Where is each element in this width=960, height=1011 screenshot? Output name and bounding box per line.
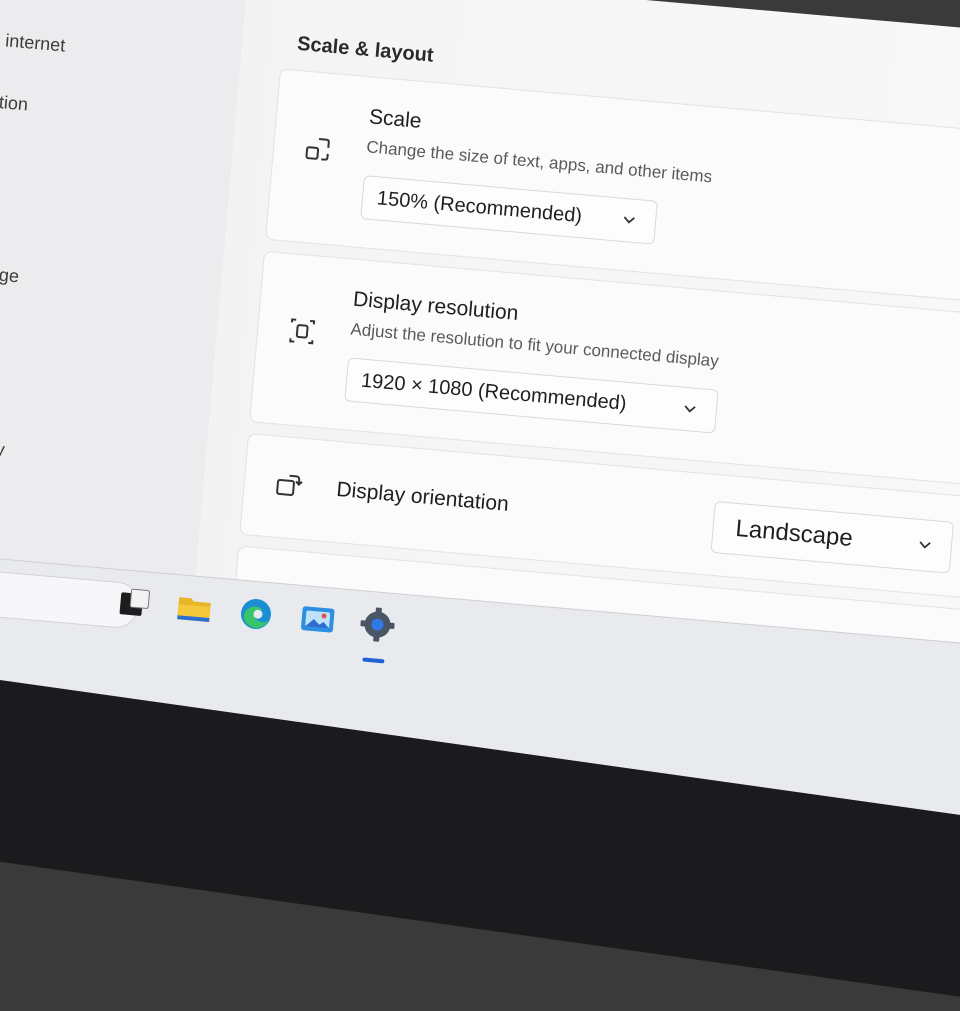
sidebar-item-time-language[interactable]: language (0, 260, 20, 287)
chevron-down-icon (684, 405, 696, 413)
orientation-value: Landscape (734, 514, 854, 553)
scale-value: 150% (Recommended) (376, 186, 583, 227)
task-view-icon[interactable] (113, 582, 156, 625)
orientation-icon (276, 474, 303, 496)
sidebar-item-personalization[interactable]: onalization (0, 87, 29, 115)
section-title: Scale & layout (296, 32, 435, 67)
chevron-down-icon (919, 541, 931, 549)
scale-dropdown[interactable]: 150% (Recommended) (360, 175, 658, 245)
scale-icon (305, 138, 330, 161)
edge-icon[interactable] (234, 592, 277, 635)
sidebar-item-privacy-security[interactable]: ecurity (0, 435, 6, 461)
resolution-dropdown[interactable]: 1920 × 1080 (Recommended) (344, 357, 719, 434)
scale-title: Scale (368, 105, 423, 133)
active-app-indicator (362, 657, 385, 664)
orientation-title: Display orientation (335, 477, 510, 516)
resolution-title: Display resolution (352, 287, 520, 326)
settings-icon[interactable] (356, 603, 399, 646)
sidebar-item-network[interactable]: work & internet (0, 25, 66, 56)
orientation-dropdown[interactable]: Landscape (710, 500, 955, 574)
settings-sidebar: work & internet onalization nts language… (0, 0, 249, 643)
resolution-value: 1920 × 1080 (Recommended) (360, 369, 628, 415)
chevron-down-icon (623, 216, 635, 224)
file-explorer-icon[interactable] (173, 587, 216, 630)
resolution-icon (289, 318, 316, 345)
photos-icon[interactable] (296, 598, 339, 641)
